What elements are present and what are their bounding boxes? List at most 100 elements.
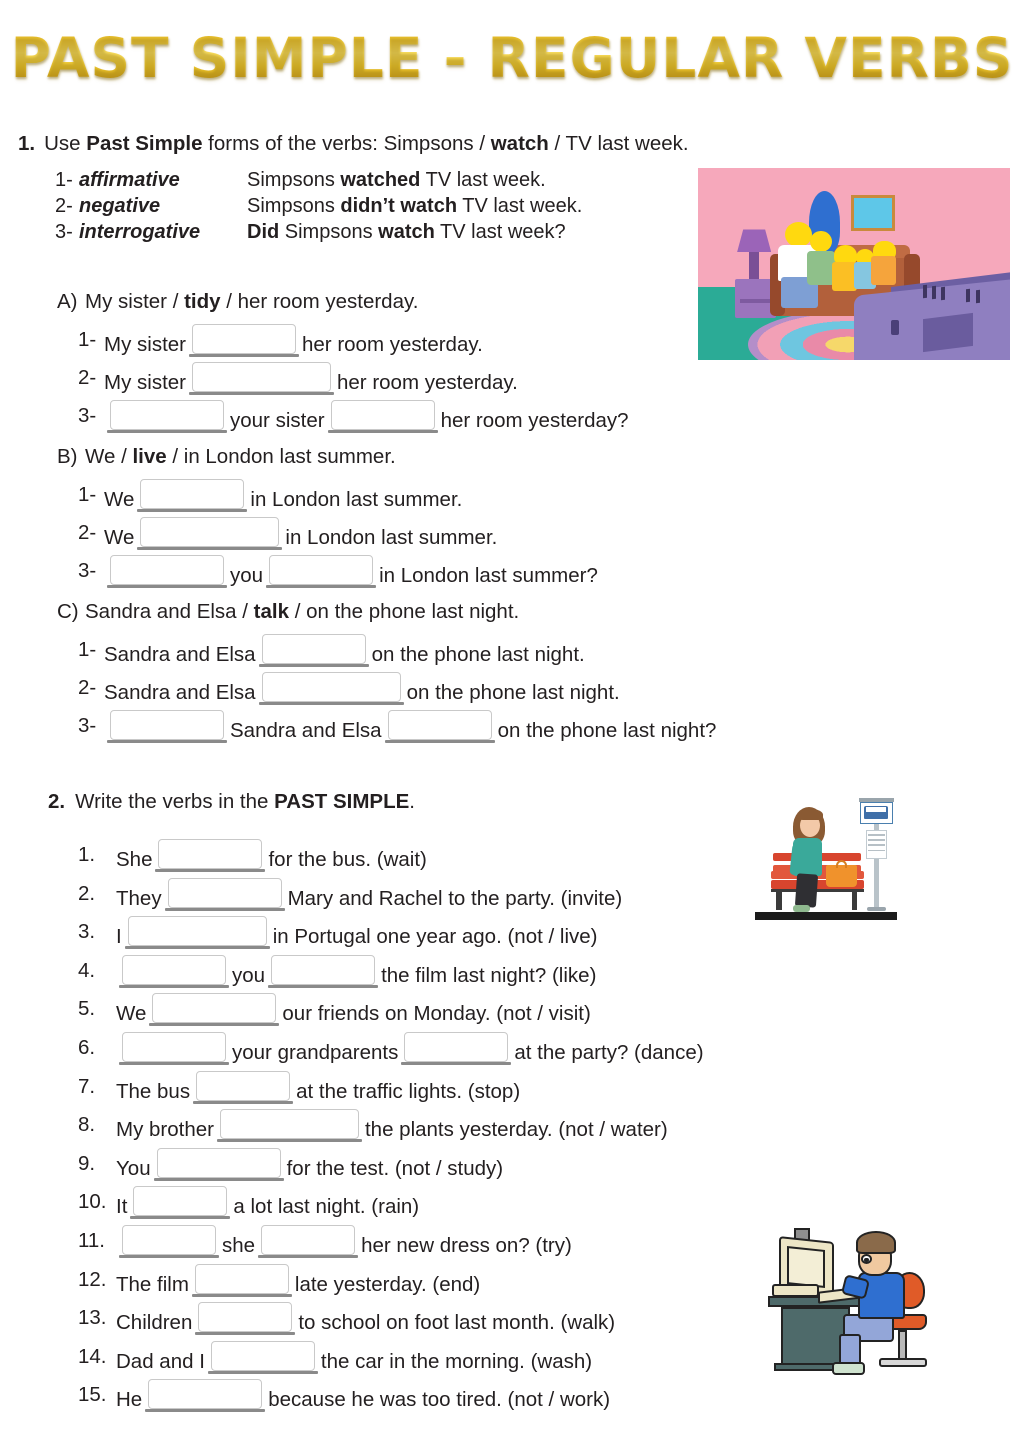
- answer-blank[interactable]: [327, 400, 438, 433]
- answer-blank[interactable]: [119, 954, 229, 988]
- answer-blank[interactable]: [189, 362, 334, 395]
- answer-blank[interactable]: [107, 710, 227, 743]
- item-text-before: My brother: [116, 1118, 214, 1142]
- item-c-line-1-number: 1-: [78, 638, 97, 661]
- answer-blank[interactable]: [216, 1109, 362, 1143]
- exercise-1-text-post: / TV last week.: [548, 132, 689, 155]
- example-3-post: TV last week?: [434, 221, 566, 243]
- item-text-after: her new dress on? (try): [361, 1233, 572, 1257]
- item-text-after: to school on foot last month. (walk): [298, 1311, 616, 1335]
- example-2-verb: didn’t watch: [340, 195, 458, 217]
- answer-blank[interactable]: [137, 517, 283, 550]
- answer-blank[interactable]: [207, 1340, 318, 1374]
- answer-blank[interactable]: [145, 1379, 266, 1413]
- page-title: PAST SIMPLE - REGULAR VERBS: [10, 26, 1014, 90]
- item-number: 9.: [78, 1151, 96, 1175]
- item-text-after: the car in the morning. (wash): [320, 1349, 593, 1373]
- example-3-mid: Simpsons: [279, 221, 379, 243]
- item-b-line-1-number: 1-: [78, 483, 97, 506]
- example-number-3: 3-: [55, 221, 73, 243]
- item-a-prompt-pre: My sister /: [85, 290, 185, 313]
- item-b-line-3-after: in London last summer?: [379, 564, 598, 587]
- example-label-negative: negative: [79, 195, 161, 217]
- item-c-line-2-before: Sandra and Elsa: [104, 681, 256, 704]
- answer-blank[interactable]: [153, 1147, 284, 1181]
- answer-blank[interactable]: [193, 1070, 294, 1104]
- answer-blank[interactable]: [130, 1186, 231, 1220]
- item-b-line-1-before: We: [104, 488, 135, 511]
- answer-blank[interactable]: [268, 954, 379, 988]
- answer-blank[interactable]: [164, 877, 285, 911]
- item-text-after: Mary and Rachel to the party. (invite): [287, 886, 623, 910]
- item-c-line-3-mid: Sandra and Elsa: [230, 719, 382, 742]
- example-1-post: TV last week.: [420, 169, 546, 191]
- answer-blank[interactable]: [119, 1031, 229, 1065]
- item-c-prompt-post: / on the phone last night.: [289, 600, 520, 623]
- answer-blank[interactable]: [401, 1031, 512, 1065]
- answer-blank[interactable]: [266, 555, 377, 588]
- item-number: 15.: [78, 1383, 107, 1407]
- list-item: 4. you the film last night? (like): [78, 952, 878, 991]
- orange-bag: [826, 864, 858, 887]
- example-row-affirmative: 1- affirmative Simpsons watched TV last …: [55, 169, 582, 195]
- answer-blank[interactable]: [384, 710, 495, 743]
- item-b-prompt-pre: We /: [85, 445, 133, 468]
- answer-blank[interactable]: [107, 400, 227, 433]
- item-text-after: because he was too tired. (not / work): [268, 1388, 611, 1412]
- item-c-line-3: 3- Sandra and Elsa on the phone last nigh…: [0, 707, 760, 745]
- item-text-mid: your grandparents: [232, 1040, 399, 1064]
- item-number: 6.: [78, 1035, 96, 1059]
- exercise-2-text-pre: Write the verbs in the: [75, 790, 275, 813]
- item-number: 2.: [78, 881, 96, 905]
- item-text-after: at the party? (dance): [514, 1040, 704, 1064]
- list-item: 14. Dad and I the car in the morning. (was…: [78, 1338, 878, 1377]
- item-a-line-2-before: My sister: [104, 371, 186, 394]
- list-item: 11. she her new dress on? (try): [78, 1222, 878, 1261]
- exercise-1-instruction: 1. Use Past Simple forms of the verbs: Si…: [18, 131, 689, 157]
- answer-blank[interactable]: [189, 324, 299, 357]
- answer-blank[interactable]: [137, 479, 248, 512]
- exercise-1-text-pre: Use: [44, 132, 87, 155]
- item-number: 11.: [78, 1228, 105, 1252]
- item-c-line-2-number: 2-: [78, 676, 97, 699]
- item-b-prompt-post: / in London last summer.: [166, 445, 396, 468]
- item-text-mid: you: [232, 963, 266, 987]
- example-number-2: 2-: [55, 195, 73, 217]
- answer-blank[interactable]: [258, 1224, 359, 1258]
- item-text-after: our friends on Monday. (not / visit): [282, 1002, 591, 1026]
- answer-blank[interactable]: [155, 839, 266, 872]
- item-text-after: late yesterday. (end): [294, 1272, 481, 1296]
- item-b-letter: B): [57, 445, 78, 468]
- item-a-line-1-before: My sister: [104, 333, 186, 356]
- item-a-line-1: 1- My sister her room yesterday.: [0, 321, 760, 359]
- example-3-verb: watch: [378, 221, 435, 243]
- item-text-mid: she: [222, 1233, 256, 1257]
- answer-blank[interactable]: [107, 555, 227, 588]
- list-item: 15. He because he was too tired. (not / wo…: [78, 1376, 878, 1415]
- answer-blank[interactable]: [191, 1263, 292, 1297]
- example-1-pre: Simpsons: [247, 169, 341, 191]
- answer-blank[interactable]: [119, 1224, 219, 1258]
- item-a-letter: A): [57, 290, 78, 313]
- item-text-before: The bus: [116, 1079, 191, 1103]
- example-forms-table: 1- affirmative Simpsons watched TV last …: [55, 169, 582, 247]
- bus-stop-image: [755, 792, 897, 920]
- answer-blank[interactable]: [195, 1302, 296, 1336]
- list-item: 9. You for the test. (not / study): [78, 1145, 878, 1184]
- answer-blank[interactable]: [258, 634, 369, 667]
- item-number: 3.: [78, 920, 96, 944]
- answer-blank[interactable]: [124, 916, 270, 950]
- item-a-line-3-mid: your sister: [230, 409, 325, 432]
- item-b-line-2-number: 2-: [78, 521, 97, 544]
- answer-blank[interactable]: [149, 993, 280, 1027]
- item-b-line-2-before: We: [104, 526, 135, 549]
- item-b-line-3-number: 3-: [78, 559, 97, 582]
- answer-blank[interactable]: [258, 672, 404, 705]
- item-text-before: He: [116, 1388, 143, 1412]
- item-text-before: They: [116, 886, 162, 910]
- item-text-before: I: [116, 925, 122, 949]
- item-number: 10.: [78, 1190, 107, 1214]
- example-label-interrogative: interrogative: [79, 221, 201, 243]
- item-b-line-1-after: in London last summer.: [250, 488, 463, 511]
- exercise-1-text-mid: forms of the verbs: Simpsons /: [202, 132, 491, 155]
